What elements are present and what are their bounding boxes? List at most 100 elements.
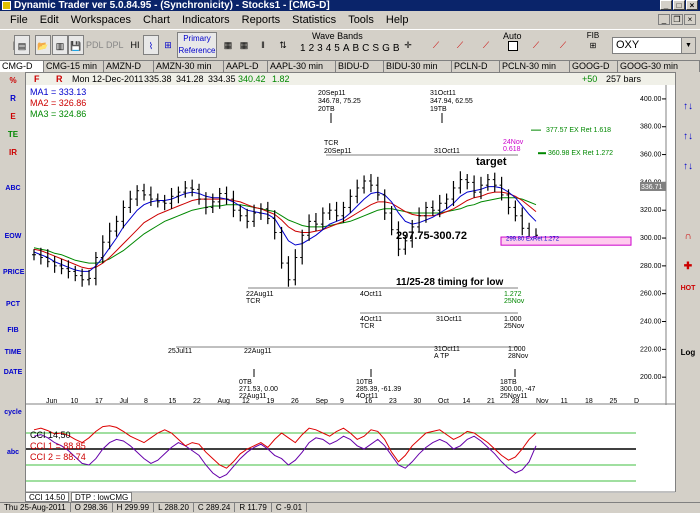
symbol-select[interactable]: OXY ▼ [612,37,696,54]
mdi-close-button[interactable]: × [684,14,696,25]
auto-checkbox[interactable] [508,41,518,51]
tab-goog-30[interactable]: GOOG-30 min [618,61,700,72]
fib-tool-icon[interactable]: FIB [3,326,23,335]
zoom-vertical-icon[interactable]: ↑↓ [678,102,698,112]
cycle-tool-icon[interactable]: cycle [3,408,23,417]
date-tool-icon[interactable]: DATE [3,368,23,377]
price-tick-label: 260.00 [640,291,662,298]
wave-band-c[interactable]: C [362,43,369,54]
tab-bidu-d[interactable]: BIDU-D [336,61,384,72]
open-folder-icon[interactable]: ▤ [14,35,30,55]
zoom-vertical2-icon[interactable]: ↑↓ [678,132,698,142]
menu-help[interactable]: Help [380,11,415,29]
hot-button[interactable]: HOT [678,284,698,293]
annot-nov24-val: 0.618 [503,146,521,153]
tab-bidu-30[interactable]: BIDU-30 min [384,61,452,72]
status-bar: Thu 25-Aug-2011 O 298.36 H 299.99 L 288.… [0,502,700,512]
dpl-button[interactable]: DPL [106,35,124,55]
tab-amzn-d[interactable]: AMZN-D [104,61,154,72]
wave-band-b[interactable]: B [352,43,359,54]
open-icon[interactable]: 📂 [35,35,51,55]
save-icon[interactable]: 💾 [68,35,84,55]
window-title: Dynamic Trader ver 5.0.84.95 - (Synchron… [14,0,330,11]
abc-tool-icon[interactable]: ABC [3,184,23,193]
minimize-button[interactable]: _ [660,0,672,10]
r-tool-icon[interactable]: R [3,94,23,103]
tab-dtp[interactable]: DTP : lowCMG [71,492,133,502]
menu-workspaces[interactable]: Workspaces [65,11,137,29]
tab-cci[interactable]: CCI 14.50 [25,492,70,502]
wave-band-a[interactable]: A [343,43,350,54]
f-indicator[interactable]: F [34,73,40,85]
mdi-restore-button[interactable]: ❐ [671,14,683,25]
draw-line3-icon[interactable]: ⟋ [478,35,494,55]
chevron-down-icon[interactable]: ▼ [681,38,695,53]
wave-bands-label: Wave Bands [312,31,363,41]
plus-icon[interactable]: ✚ [678,262,698,272]
bars-icon[interactable]: ‖ [255,35,271,55]
r-indicator[interactable]: R [56,73,63,85]
zoom-vertical3-icon[interactable]: ↑↓ [678,162,698,172]
menu-reports[interactable]: Reports [236,11,287,29]
tab-pcln-d[interactable]: PCLN-D [452,61,500,72]
menu-chart[interactable]: Chart [137,11,176,29]
tab-amzn-30[interactable]: AMZN-30 min [154,61,224,72]
tab-goog-d[interactable]: GOOG-D [570,61,618,72]
annot-oct31-price: 347.94, 62.55 [430,98,473,105]
tab-aapl-30[interactable]: AAPL-30 min [268,61,336,72]
time-tool-icon[interactable]: TIME [3,348,23,357]
percent-tool-icon[interactable]: % [3,76,23,85]
open-file-icon[interactable]: ▥ [52,35,68,55]
tab-aapl-d[interactable]: AAPL-D [224,61,268,72]
tab-pcln-30[interactable]: PCLN-30 min [500,61,570,72]
wave-band-s[interactable]: S [372,43,379,54]
mdi-minimize-button[interactable]: _ [658,14,670,25]
menu-edit[interactable]: Edit [34,11,65,29]
wave-band-5[interactable]: 5 [334,43,340,54]
hi-button[interactable]: HI [127,35,143,55]
draw-line5-icon[interactable]: ⟋ [555,35,571,55]
menu-indicators[interactable]: Indicators [176,11,236,29]
wave-band-g[interactable]: G [382,43,390,54]
grid-icon[interactable]: ▦ [220,35,236,55]
draw-line-icon[interactable]: ⟋ [428,35,444,55]
wave-band-3[interactable]: 3 [317,43,323,54]
grid2-icon[interactable]: ▦ [236,35,252,55]
pdl-button[interactable]: PDL [86,35,104,55]
abc-wave-tool-icon[interactable]: abc [3,448,23,457]
cci-chart[interactable] [26,413,675,493]
wave-band-4[interactable]: 4 [326,43,332,54]
maximize-button[interactable]: □ [673,0,685,10]
arrows-icon[interactable]: ⇅ [275,35,291,55]
menu-tools[interactable]: Tools [342,11,380,29]
magnet-icon[interactable]: ∩ [678,232,698,242]
price-chart[interactable]: 20Sep11346.78, 75.2520TB31Oct11347.94, 6… [26,85,675,405]
primary-reference-button[interactable]: Primary Reference [177,32,217,58]
tab-cmg-15[interactable]: CMG-15 min [44,61,104,72]
wave-band-b2[interactable]: B [393,43,400,54]
tab-cmg-d[interactable]: CMG-D [0,61,44,72]
menu-file[interactable]: File [4,11,34,29]
e-tool-icon[interactable]: E [3,112,23,121]
bar-low: 334.35 [208,74,236,84]
chart-line-icon[interactable]: ⊞ [160,35,176,55]
wave-band-2[interactable]: 2 [309,43,315,54]
te-tool-icon[interactable]: TE [3,130,23,139]
time-tick-label: 19 [267,398,275,405]
price-tool-icon[interactable]: PRICE [3,268,24,277]
app-icon [2,1,11,10]
draw-line2-icon[interactable]: ⟋ [452,35,468,55]
log-button[interactable]: Log [678,348,698,357]
eow-tool-icon[interactable]: EOW [3,232,23,241]
time-tick-label: Jul [120,398,129,405]
toolbar: | ▤ 📂 ▥ 💾 PDL DPL HI ⌇ ⊞ Primary Referen… [0,29,700,61]
menu-statistics[interactable]: Statistics [286,11,342,29]
fib-button[interactable]: FIB ⊞ [585,31,601,51]
crosshair-icon[interactable]: ✛ [400,35,416,55]
ir-tool-icon[interactable]: IR [3,148,23,157]
wave-icon[interactable]: ⌇ [143,35,159,55]
draw-line4-icon[interactable]: ⟋ [528,35,544,55]
wave-band-1[interactable]: 1 [300,43,306,54]
close-button[interactable]: × [686,0,698,10]
pct-tool-icon[interactable]: PCT [3,300,23,309]
